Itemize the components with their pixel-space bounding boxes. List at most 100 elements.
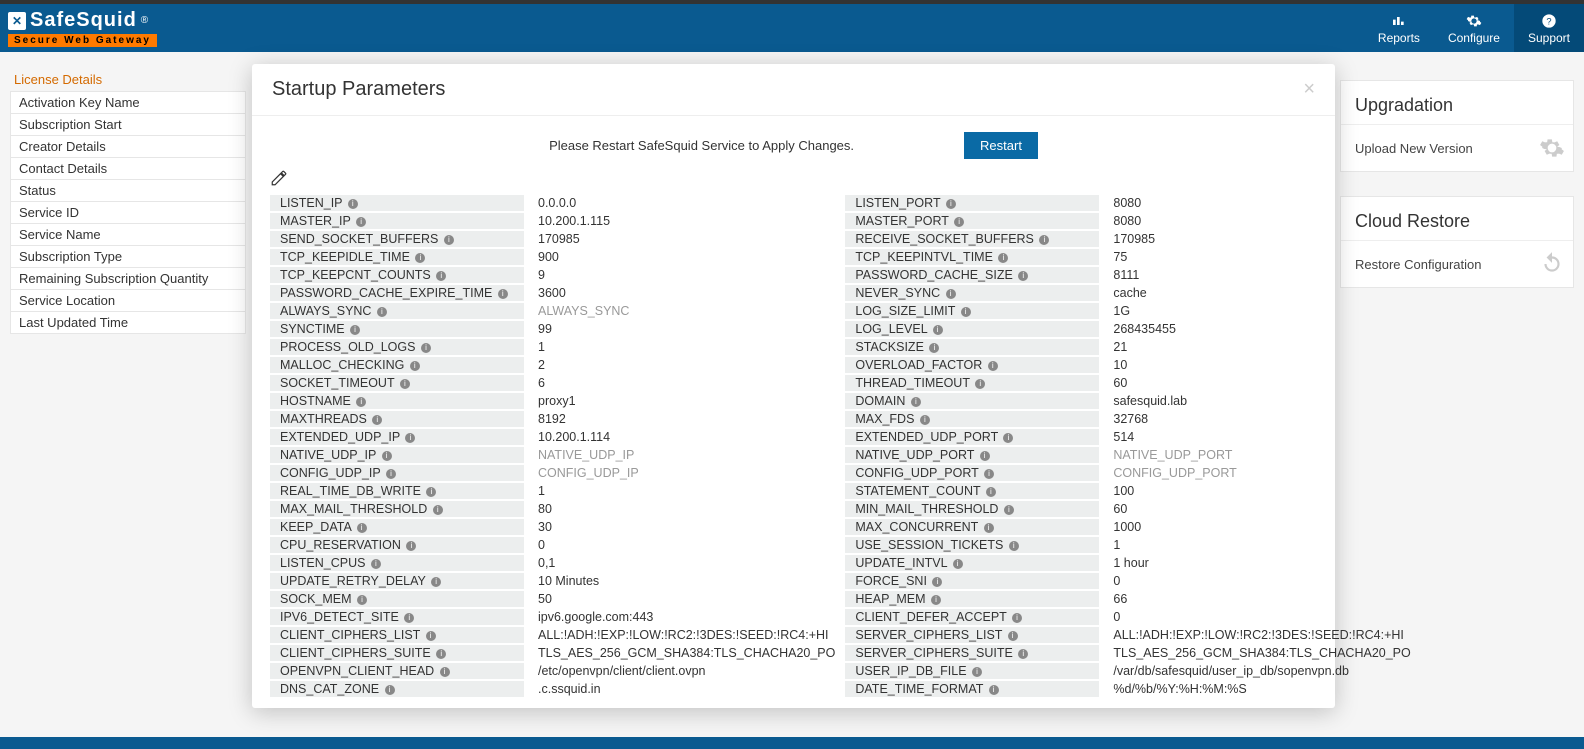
info-icon[interactable]: i: [961, 307, 971, 317]
upload-new-version-label: Upload New Version: [1355, 141, 1473, 156]
sidebar-item[interactable]: Service Location: [10, 289, 246, 312]
param-row: CLIENT_CIPHERS_LIST iALL:!ADH:!EXP:!LOW:…: [270, 626, 835, 644]
info-icon[interactable]: i: [426, 631, 436, 641]
param-row: MAXTHREADS i8192: [270, 410, 835, 428]
sidebar-item[interactable]: Subscription Start: [10, 113, 246, 136]
info-icon[interactable]: i: [1008, 631, 1018, 641]
param-row: OPENVPN_CLIENT_HEAD i/etc/openvpn/client…: [270, 662, 835, 680]
info-icon[interactable]: i: [410, 361, 420, 371]
info-icon[interactable]: i: [498, 289, 508, 299]
info-icon[interactable]: i: [426, 487, 436, 497]
info-icon[interactable]: i: [350, 325, 360, 335]
info-icon[interactable]: i: [931, 595, 941, 605]
param-label: PASSWORD_CACHE_SIZE i: [845, 267, 1099, 283]
param-value: proxy1: [524, 394, 835, 408]
sidebar-item[interactable]: Creator Details: [10, 135, 246, 158]
sidebar-item[interactable]: Subscription Type: [10, 245, 246, 268]
info-icon[interactable]: i: [972, 667, 982, 677]
info-icon[interactable]: i: [406, 541, 416, 551]
param-label: PASSWORD_CACHE_EXPIRE_TIME i: [270, 285, 524, 301]
info-icon[interactable]: i: [1004, 505, 1014, 515]
info-icon[interactable]: i: [421, 343, 431, 353]
info-icon[interactable]: i: [986, 487, 996, 497]
nav-configure[interactable]: Configure: [1434, 4, 1514, 52]
sidebar-item[interactable]: Last Updated Time: [10, 311, 246, 334]
info-icon[interactable]: i: [933, 325, 943, 335]
param-value: 21: [1099, 340, 1410, 354]
sidebar-item[interactable]: Service Name: [10, 223, 246, 246]
configure-icon: [1465, 13, 1483, 29]
param-label: LISTEN_CPUS i: [270, 555, 524, 571]
info-icon[interactable]: i: [1018, 649, 1028, 659]
upgradation-card: Upgradation Upload New Version: [1340, 80, 1574, 172]
info-icon[interactable]: i: [385, 685, 395, 695]
info-icon[interactable]: i: [984, 469, 994, 479]
info-icon[interactable]: i: [433, 505, 443, 515]
restart-message: Please Restart SafeSquid Service to Appl…: [549, 138, 854, 153]
info-icon[interactable]: i: [998, 253, 1008, 263]
param-label: MIN_MAIL_THRESHOLD i: [845, 501, 1099, 517]
nav-support[interactable]: ? Support: [1514, 4, 1584, 52]
info-icon[interactable]: i: [1039, 235, 1049, 245]
info-icon[interactable]: i: [932, 577, 942, 587]
param-value: 900: [524, 250, 835, 264]
sidebar-item[interactable]: Status: [10, 179, 246, 202]
info-icon[interactable]: i: [1012, 613, 1022, 623]
info-icon[interactable]: i: [356, 217, 366, 227]
info-icon[interactable]: i: [953, 559, 963, 569]
restart-button[interactable]: Restart: [964, 132, 1038, 159]
info-icon[interactable]: i: [386, 469, 396, 479]
param-label: MASTER_PORT i: [845, 213, 1099, 229]
info-icon[interactable]: i: [431, 577, 441, 587]
info-icon[interactable]: i: [415, 253, 425, 263]
sidebar-item[interactable]: Activation Key Name: [10, 91, 246, 114]
info-icon[interactable]: i: [356, 397, 366, 407]
info-icon[interactable]: i: [1018, 271, 1028, 281]
close-icon[interactable]: ×: [1303, 78, 1315, 101]
info-icon[interactable]: i: [436, 271, 446, 281]
info-icon[interactable]: i: [984, 523, 994, 533]
info-icon[interactable]: i: [372, 415, 382, 425]
info-icon[interactable]: i: [405, 433, 415, 443]
info-icon[interactable]: i: [357, 595, 367, 605]
info-icon[interactable]: i: [382, 451, 392, 461]
info-icon[interactable]: i: [1009, 541, 1019, 551]
info-icon[interactable]: i: [920, 415, 930, 425]
info-icon[interactable]: i: [911, 397, 921, 407]
info-icon[interactable]: i: [348, 199, 358, 209]
info-icon[interactable]: i: [980, 451, 990, 461]
edit-button[interactable]: [270, 169, 1335, 190]
nav-reports[interactable]: Reports: [1364, 4, 1434, 52]
info-icon[interactable]: i: [440, 667, 450, 677]
nav-configure-label: Configure: [1448, 31, 1500, 45]
sidebar-item[interactable]: Service ID: [10, 201, 246, 224]
param-label: USE_SESSION_TICKETS i: [845, 537, 1099, 553]
info-icon[interactable]: i: [929, 343, 939, 353]
info-icon[interactable]: i: [404, 613, 414, 623]
info-icon[interactable]: i: [1003, 433, 1013, 443]
param-label: TCP_KEEPIDLE_TIME i: [270, 249, 524, 265]
edit-icon: [270, 169, 288, 187]
restore-icon: [1539, 251, 1565, 277]
info-icon[interactable]: i: [357, 523, 367, 533]
info-icon[interactable]: i: [954, 217, 964, 227]
info-icon[interactable]: i: [946, 199, 956, 209]
param-row: MAX_CONCURRENT i1000: [845, 518, 1410, 536]
info-icon[interactable]: i: [989, 685, 999, 695]
info-icon[interactable]: i: [436, 649, 446, 659]
param-row: PASSWORD_CACHE_SIZE i8111: [845, 266, 1410, 284]
info-icon[interactable]: i: [400, 379, 410, 389]
sidebar-header[interactable]: License Details: [10, 68, 246, 92]
info-icon[interactable]: i: [377, 307, 387, 317]
param-label: KEEP_DATA i: [270, 519, 524, 535]
param-value: /etc/openvpn/client/client.ovpn: [524, 664, 835, 678]
info-icon[interactable]: i: [371, 559, 381, 569]
upload-new-version[interactable]: Upload New Version: [1341, 125, 1573, 171]
param-value: %d/%b/%Y:%H:%M:%S: [1099, 682, 1410, 696]
info-icon[interactable]: i: [946, 289, 956, 299]
sidebar-item[interactable]: Remaining Subscription Quantity: [10, 267, 246, 290]
info-icon[interactable]: i: [975, 379, 985, 389]
info-icon[interactable]: i: [444, 235, 454, 245]
info-icon[interactable]: i: [988, 361, 998, 371]
sidebar-item[interactable]: Contact Details: [10, 157, 246, 180]
